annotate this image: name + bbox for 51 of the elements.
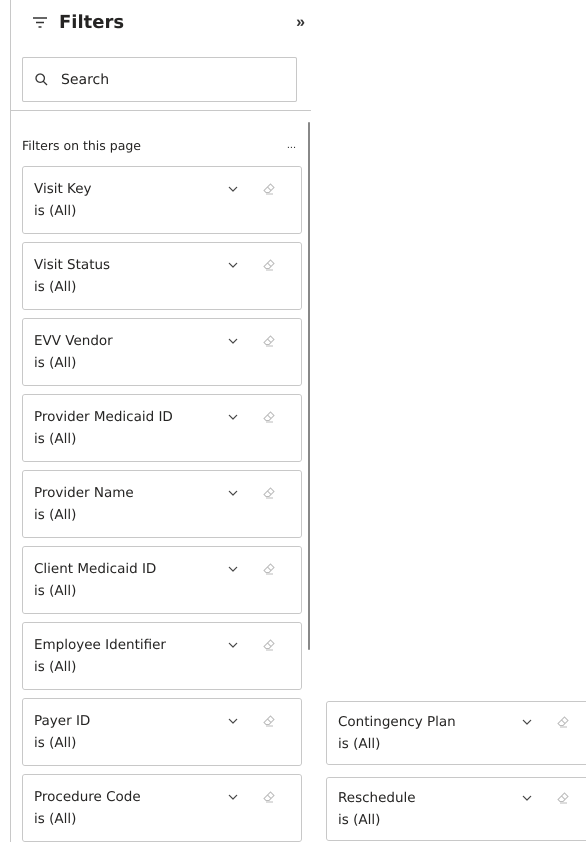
filter-value: is (All) [34,583,78,599]
filter-card[interactable]: Contingency Plan is (All) [326,701,586,765]
chevron-down-icon[interactable] [228,642,238,648]
filter-value: is (All) [34,735,78,751]
filter-card[interactable]: Procedure Code is (All) [22,774,302,842]
filter-name: Visit Key [34,181,93,197]
filter-name: Employee Identifier [34,637,167,653]
filter-card[interactable]: Provider Medicaid ID is (All) [22,394,302,462]
filter-value: is (All) [34,203,78,219]
chevron-down-icon[interactable] [228,414,238,420]
filter-card[interactable]: Reschedule is (All) [326,777,586,841]
chevron-down-icon[interactable] [522,795,532,801]
chevron-down-icon[interactable] [228,718,238,724]
section-label: Filters on this page [22,138,141,152]
filter-card[interactable]: Payer ID is (All) [22,698,302,766]
chevron-down-icon[interactable] [228,186,238,192]
search-icon [35,73,48,86]
chevron-down-icon[interactable] [228,262,238,268]
collapse-button[interactable]: » [296,14,305,32]
filter-name: Provider Medicaid ID [34,409,174,425]
filter-value: is (All) [34,431,78,447]
filter-value: is (All) [34,659,78,675]
filter-value: is (All) [34,279,78,295]
filter-card[interactable]: Employee Identifier is (All) [22,622,302,690]
filter-card[interactable]: EVV Vendor is (All) [22,318,302,386]
chevron-down-icon[interactable] [228,338,238,344]
search-field[interactable]: Search [22,57,297,102]
filter-value: is (All) [34,355,78,371]
filter-name: Payer ID [34,713,92,729]
chevron-down-icon[interactable] [522,719,532,725]
filter-name: Reschedule [338,790,417,806]
filter-value: is (All) [34,507,78,523]
filter-name: EVV Vendor [34,333,114,349]
filter-name: Procedure Code [34,789,142,805]
more-options-button[interactable]: ... [286,139,296,151]
filter-name: Client Medicaid ID [34,561,158,577]
filter-name: Contingency Plan [338,714,457,730]
pane-title: Filters [59,12,126,33]
filter-icon [33,17,47,28]
filter-value: is (All) [34,811,78,827]
filter-value: is (All) [338,736,382,752]
filter-card[interactable]: Visit Status is (All) [22,242,302,310]
filter-card[interactable]: Provider Name is (All) [22,470,302,538]
chevron-down-icon[interactable] [228,490,238,496]
filter-name: Visit Status [34,257,112,273]
filter-name: Provider Name [34,485,135,501]
filter-card[interactable]: Visit Key is (All) [22,166,302,234]
chevron-down-icon[interactable] [228,566,238,572]
filter-value: is (All) [338,812,382,828]
chevron-down-icon[interactable] [228,794,238,800]
filter-card[interactable]: Client Medicaid ID is (All) [22,546,302,614]
